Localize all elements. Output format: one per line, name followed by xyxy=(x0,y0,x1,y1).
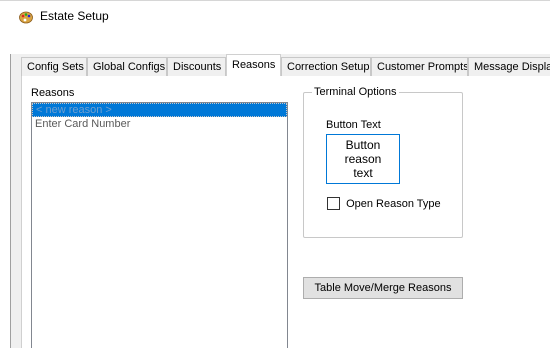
tab-discounts[interactable]: Discounts xyxy=(167,57,226,76)
list-item-new-reason[interactable]: < new reason > xyxy=(32,103,287,117)
button-text-line-2: reason xyxy=(344,152,382,166)
tab-customer-prompts[interactable]: Customer Prompts xyxy=(371,57,468,76)
paint-palette-icon xyxy=(19,11,33,24)
tab-strip: Config Sets Global Configs Discounts Rea… xyxy=(21,54,550,76)
button-text-line-3: text xyxy=(353,166,373,180)
terminal-options-legend: Terminal Options xyxy=(312,86,399,98)
title-bar[interactable]: Estate Setup xyxy=(0,1,550,31)
tab-global-configs[interactable]: Global Configs xyxy=(87,57,167,76)
tab-message-display[interactable]: Message Display xyxy=(468,57,550,76)
tab-reasons[interactable]: Reasons xyxy=(226,54,281,76)
reasons-listbox[interactable]: < new reason > Enter Card Number xyxy=(31,102,288,348)
window-title: Estate Setup xyxy=(40,9,109,23)
button-text-line-1: Button xyxy=(345,138,381,152)
tab-correction-setup[interactable]: Correction Setup xyxy=(281,57,371,76)
reasons-label: Reasons xyxy=(31,87,75,99)
button-text-label: Button Text xyxy=(326,119,381,131)
estate-setup-window: Estate Setup Config Sets Global Configs … xyxy=(0,0,550,348)
open-reason-type-row[interactable]: Open Reason Type xyxy=(327,197,441,211)
button-text-field[interactable]: Button reason text xyxy=(326,134,400,184)
open-reason-type-label[interactable]: Open Reason Type xyxy=(346,198,441,210)
table-move-merge-reasons-button[interactable]: Table Move/Merge Reasons xyxy=(303,277,463,299)
tab-config-sets[interactable]: Config Sets xyxy=(21,57,87,76)
list-item-enter-card-number[interactable]: Enter Card Number xyxy=(32,117,287,131)
open-reason-type-checkbox[interactable] xyxy=(327,197,340,210)
